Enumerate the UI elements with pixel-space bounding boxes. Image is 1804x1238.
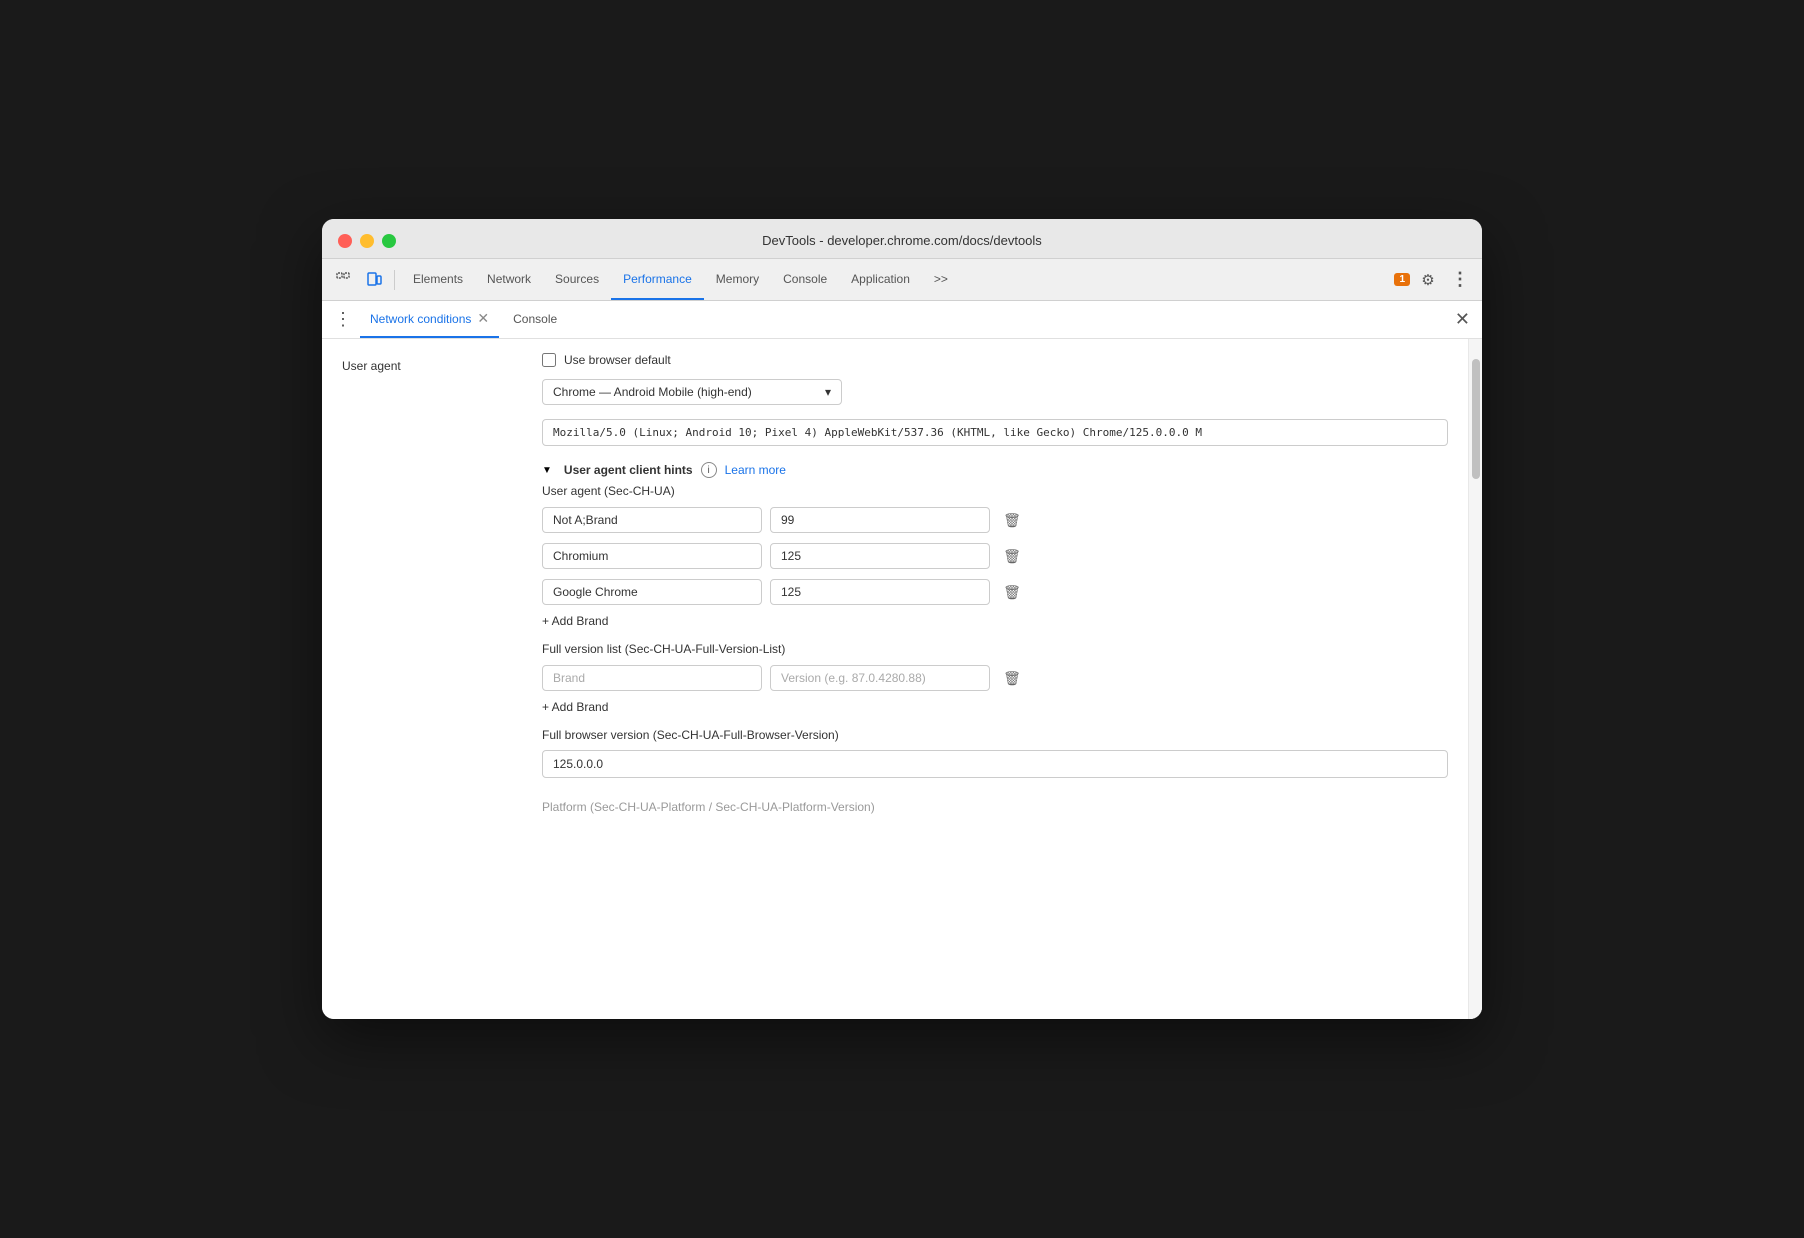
left-label-useragent: User agent xyxy=(322,339,522,1019)
client-hints-header: ▼ User agent client hints i Learn more xyxy=(542,462,1448,478)
device-icon[interactable] xyxy=(360,266,388,294)
use-browser-default-row: Use browser default xyxy=(542,353,1448,367)
notification-badge: 1 xyxy=(1394,273,1410,286)
full-version-brand-row-0: 🗑 xyxy=(542,664,1448,692)
use-browser-default-label: Use browser default xyxy=(564,353,671,367)
scrollbar-thumb[interactable] xyxy=(1472,359,1480,479)
more-options-icon[interactable]: ⋮ xyxy=(1446,266,1474,294)
learn-more-link[interactable]: Learn more xyxy=(725,463,786,477)
delete-brand-1-button[interactable]: 🗑 xyxy=(998,542,1026,570)
toolbar-right: 1 ⚙ ⋮ xyxy=(1394,266,1474,294)
brand-input-2[interactable] xyxy=(542,579,762,605)
ua-dropdown[interactable]: Chrome — Android Mobile (high-end) ▾ xyxy=(542,379,842,405)
brand-input-1[interactable] xyxy=(542,543,762,569)
delete-brand-0-button[interactable]: 🗑 xyxy=(998,506,1026,534)
use-browser-default-checkbox[interactable] xyxy=(542,353,556,367)
delete-brand-2-button[interactable]: 🗑 xyxy=(998,578,1026,606)
minimize-button[interactable] xyxy=(360,234,374,248)
tab-more[interactable]: >> xyxy=(922,259,960,300)
platform-label: Platform (Sec-CH-UA-Platform / Sec-CH-UA… xyxy=(542,800,1448,814)
add-brand-button[interactable]: + Add Brand xyxy=(542,614,1448,628)
tab-network[interactable]: Network xyxy=(475,259,543,300)
brand-row-1: 🗑 xyxy=(542,542,1448,570)
tab-memory[interactable]: Memory xyxy=(704,259,771,300)
subtoolbar-menu-icon[interactable]: ⋮ xyxy=(330,309,356,330)
triangle-icon: ▼ xyxy=(542,465,552,476)
info-icon[interactable]: i xyxy=(701,462,717,478)
tab-sources[interactable]: Sources xyxy=(543,259,611,300)
main-toolbar: Elements Network Sources Performance Mem… xyxy=(322,259,1482,301)
subtoolbar-close-icon[interactable]: ✕ xyxy=(1451,309,1474,330)
subtab-close-network[interactable]: ✕ xyxy=(477,310,489,327)
full-browser-version-label: Full browser version (Sec-CH-UA-Full-Bro… xyxy=(542,728,1448,742)
main-content: User agent Use browser default Chrome — … xyxy=(322,339,1482,1019)
client-hints-title: User agent client hints xyxy=(564,463,693,477)
full-version-list-label: Full version list (Sec-CH-UA-Full-Versio… xyxy=(542,642,1448,656)
full-version-version-input-0[interactable] xyxy=(770,665,990,691)
main-tab-bar: Elements Network Sources Performance Mem… xyxy=(401,259,1392,300)
right-panel: Use browser default Chrome — Android Mob… xyxy=(522,339,1468,1019)
traffic-lights xyxy=(338,234,396,248)
version-input-2[interactable] xyxy=(770,579,990,605)
add-brand-2-button[interactable]: + Add Brand xyxy=(542,700,1448,714)
tab-performance[interactable]: Performance xyxy=(611,259,704,300)
full-browser-version-input[interactable] xyxy=(542,750,1448,778)
devtools-window: DevTools - developer.chrome.com/docs/dev… xyxy=(322,219,1482,1019)
brand-input-0[interactable] xyxy=(542,507,762,533)
brand-row-0: 🗑 xyxy=(542,506,1448,534)
maximize-button[interactable] xyxy=(382,234,396,248)
tab-console[interactable]: Console xyxy=(771,259,839,300)
subtab-console[interactable]: Console xyxy=(503,301,567,338)
version-input-0[interactable] xyxy=(770,507,990,533)
delete-full-version-brand-0-button[interactable]: 🗑 xyxy=(998,664,1026,692)
settings-icon[interactable]: ⚙ xyxy=(1414,266,1442,294)
inspector-icon[interactable] xyxy=(330,266,358,294)
tab-elements[interactable]: Elements xyxy=(401,259,475,300)
sub-toolbar: ⋮ Network conditions ✕ Console ✕ xyxy=(322,301,1482,339)
version-input-1[interactable] xyxy=(770,543,990,569)
titlebar: DevTools - developer.chrome.com/docs/dev… xyxy=(322,219,1482,259)
ua-string-input[interactable] xyxy=(542,419,1448,446)
ua-dropdown-row: Chrome — Android Mobile (high-end) ▾ xyxy=(542,379,1448,405)
brand-row-2: 🗑 xyxy=(542,578,1448,606)
full-version-brand-input-0[interactable] xyxy=(542,665,762,691)
tab-application[interactable]: Application xyxy=(839,259,922,300)
window-title: DevTools - developer.chrome.com/docs/dev… xyxy=(762,233,1042,248)
chevron-down-icon: ▾ xyxy=(825,385,831,399)
scrollbar[interactable] xyxy=(1468,339,1482,1019)
subtab-network-conditions[interactable]: Network conditions ✕ xyxy=(360,301,499,338)
toolbar-separator xyxy=(394,270,395,290)
close-button[interactable] xyxy=(338,234,352,248)
sec-ch-ua-label: User agent (Sec-CH-UA) xyxy=(542,484,1448,498)
